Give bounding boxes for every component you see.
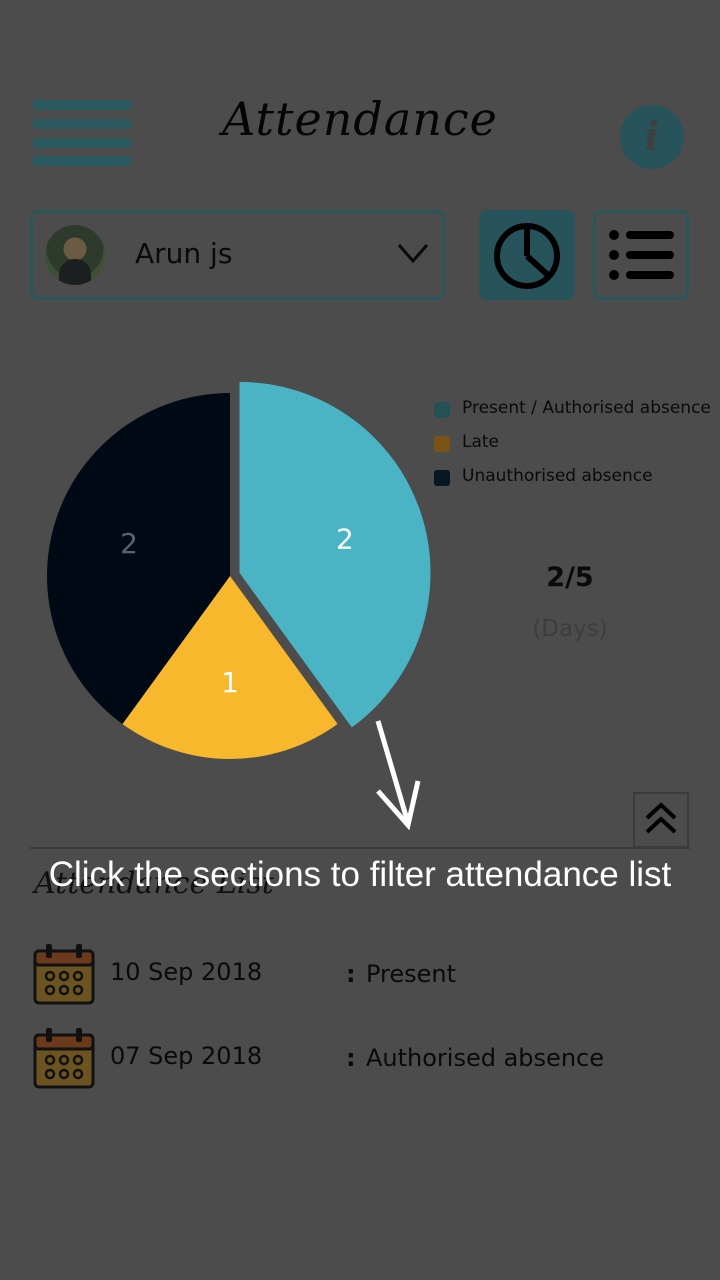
row-separator: : xyxy=(346,1044,356,1072)
days-ratio: 2/5 xyxy=(546,562,594,593)
row-status: Authorised absence xyxy=(366,1044,604,1072)
row-date: 07 Sep 2018 xyxy=(110,1042,263,1070)
days-unit: (Days) xyxy=(532,616,608,642)
pie-slice-value: 2 xyxy=(336,523,354,556)
student-dropdown[interactable]: Arun js xyxy=(30,210,445,300)
list-item[interactable]: 07 Sep 2018 : Authorised absence xyxy=(30,1026,690,1096)
legend-label: Unauthorised absence xyxy=(462,466,653,486)
menu-icon[interactable] xyxy=(32,100,132,168)
pie-slice-value: 2 xyxy=(120,527,138,560)
calendar-icon xyxy=(33,1028,95,1089)
chevron-down-icon xyxy=(397,244,429,264)
hint-arrow-icon xyxy=(375,720,421,831)
student-name: Arun js xyxy=(135,237,233,270)
row-date: 10 Sep 2018 xyxy=(110,958,263,986)
legend-label: Present / Authorised absence xyxy=(462,398,711,418)
calendar-icon xyxy=(33,944,95,1005)
page-title: Attendance xyxy=(222,92,498,146)
list-item[interactable]: 10 Sep 2018 : Present xyxy=(30,942,690,1012)
tab-list-view[interactable] xyxy=(593,210,689,300)
divider xyxy=(30,847,690,849)
collapse-button[interactable] xyxy=(633,792,689,848)
pie-slice-value: 1 xyxy=(221,666,239,699)
info-icon[interactable]: i xyxy=(620,105,684,169)
avatar xyxy=(45,225,105,285)
row-separator: : xyxy=(346,960,356,988)
legend-swatch xyxy=(434,470,450,486)
legend-swatch xyxy=(434,402,450,418)
tab-chart-view[interactable] xyxy=(479,210,575,300)
legend-swatch xyxy=(434,436,450,452)
legend-label: Late xyxy=(462,432,500,452)
hint-text: Click the sections to filter attendance … xyxy=(48,855,672,894)
list-icon xyxy=(609,230,674,280)
row-status: Present xyxy=(366,960,457,988)
double-chevron-up-icon xyxy=(645,802,677,834)
pie-chart-icon xyxy=(494,223,560,289)
attendance-pie-chart[interactable]: 2 1 2 xyxy=(40,370,440,770)
